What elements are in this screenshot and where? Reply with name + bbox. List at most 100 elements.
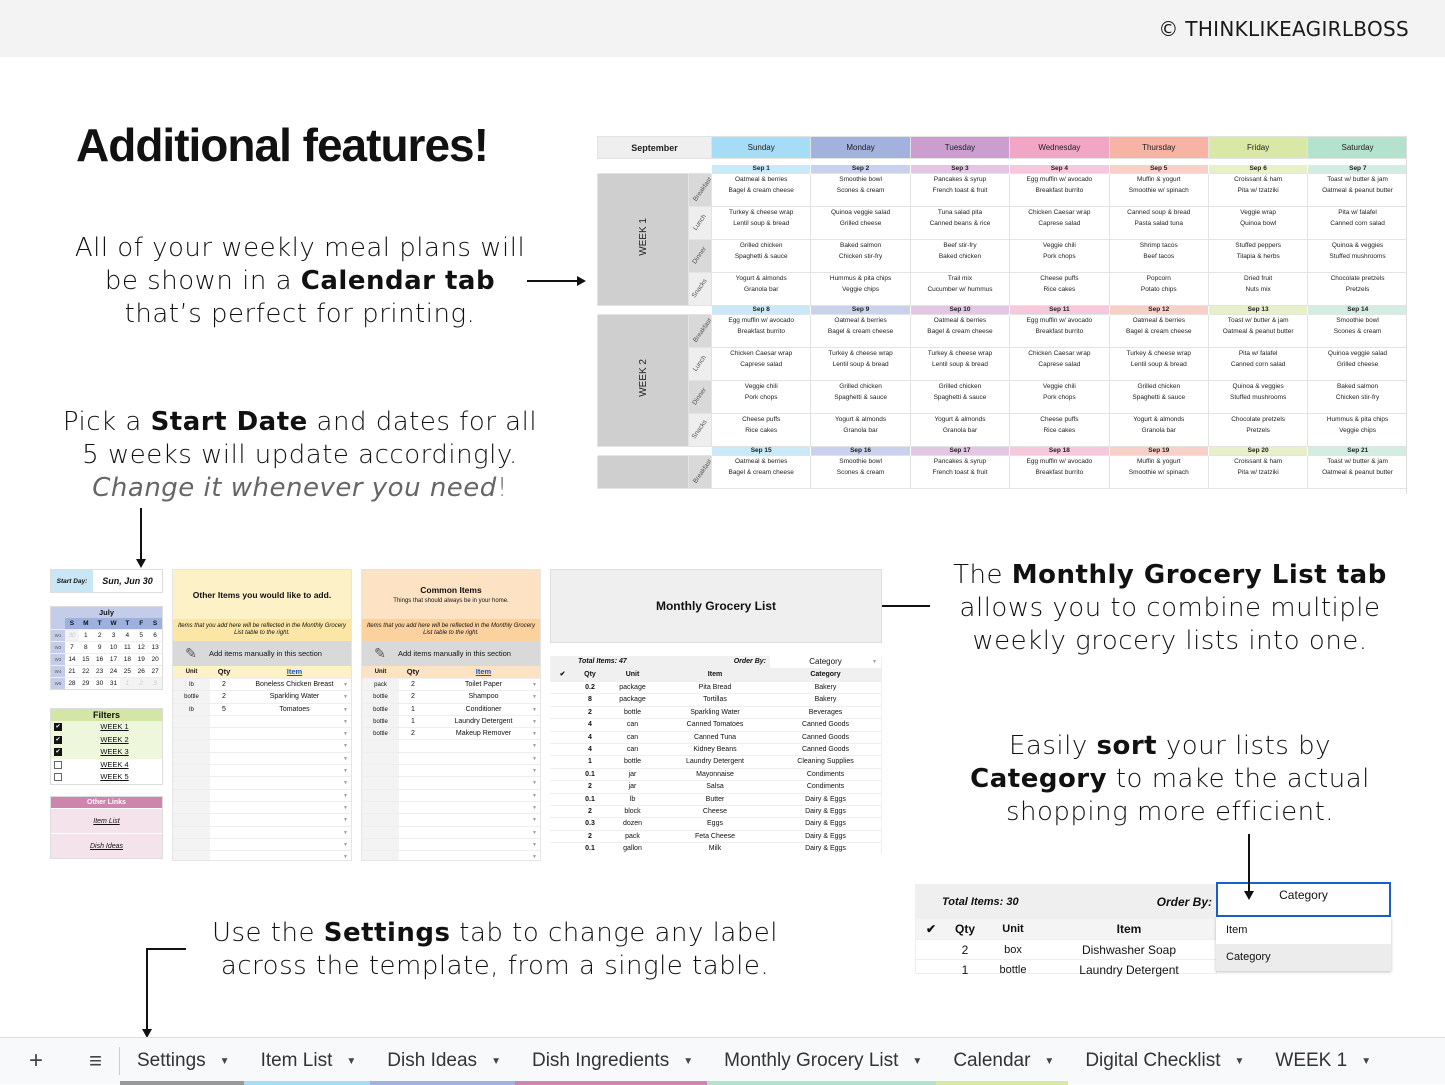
unit-cell[interactable]: pack (362, 679, 399, 691)
chevron-down-icon[interactable]: ▼ (343, 704, 348, 716)
qty-cell[interactable]: 1 (399, 715, 427, 728)
qty-cell[interactable]: 1 (399, 703, 427, 715)
chevron-down-icon[interactable]: ▼ (1044, 1056, 1054, 1067)
item-cell[interactable]: ▼ (238, 740, 351, 752)
qty-cell[interactable]: 2 (210, 679, 238, 691)
check-cell[interactable] (550, 818, 575, 829)
unit-cell[interactable] (173, 765, 210, 777)
item-cell[interactable]: ▼ (427, 826, 540, 838)
item-cell[interactable]: Toilet Paper ▼ (427, 679, 540, 691)
check-cell[interactable] (550, 794, 575, 805)
item-cell[interactable]: Conditioner ▼ (427, 703, 540, 715)
chevron-down-icon[interactable]: ▼ (532, 851, 537, 860)
chevron-down-icon[interactable]: ▼ (343, 740, 348, 752)
check-cell[interactable] (550, 732, 575, 743)
chevron-down-icon[interactable]: ▼ (532, 814, 537, 826)
menu-option-item[interactable]: Item (1216, 917, 1391, 944)
check-cell[interactable] (550, 806, 575, 817)
day-cell[interactable]: 7 (65, 642, 79, 653)
qty-cell[interactable] (210, 715, 238, 728)
sheet-tab[interactable]: WEEK 1 ▼ (1258, 1038, 1385, 1085)
chevron-down-icon[interactable]: ▼ (343, 728, 348, 740)
filter-checkbox[interactable]: ✔ (54, 723, 62, 732)
chevron-down-icon[interactable]: ▼ (346, 1056, 356, 1067)
item-cell[interactable]: Tomatoes ▼ (238, 703, 351, 716)
item-cell[interactable]: ▼ (427, 838, 540, 851)
day-cell[interactable]: 12 (134, 642, 148, 653)
chevron-down-icon[interactable]: ▼ (912, 1056, 922, 1067)
chevron-down-icon[interactable]: ▼ (532, 740, 537, 752)
item-cell[interactable]: ▼ (238, 715, 351, 728)
unit-cell[interactable]: lb (173, 679, 210, 691)
menu-option-category[interactable]: Category (1216, 944, 1391, 971)
qty-cell[interactable] (399, 826, 427, 838)
day-cell[interactable]: 8 (79, 642, 93, 653)
item-cell[interactable]: ▼ (427, 752, 540, 765)
day-cell[interactable]: 28 (65, 678, 79, 689)
day-cell[interactable]: 17 (107, 654, 121, 665)
sheet-tab[interactable]: Dish Ingredients ▼ (514, 1038, 708, 1085)
unit-cell[interactable]: bottle (362, 728, 399, 740)
item-cell[interactable]: ▼ (427, 789, 540, 801)
item-cell[interactable]: ▼ (238, 765, 351, 777)
unit-cell[interactable] (173, 851, 210, 860)
filter-link[interactable]: WEEK 2 (67, 734, 162, 747)
chevron-down-icon[interactable]: ▼ (343, 691, 348, 703)
unit-cell[interactable] (362, 814, 399, 826)
day-cell[interactable]: 6 (148, 630, 162, 641)
add-sheet-button[interactable]: + (0, 1047, 72, 1075)
other-link[interactable]: Dish Ideas (51, 833, 162, 858)
item-cell[interactable]: Boneless Chicken Breast ▼ (238, 679, 351, 691)
unit-cell[interactable]: bottle (362, 715, 399, 728)
chevron-down-icon[interactable]: ▼ (532, 802, 537, 814)
qty-cell[interactable] (210, 838, 238, 851)
item-cell[interactable]: Shampoo ▼ (427, 691, 540, 703)
unit-cell[interactable] (173, 752, 210, 765)
qty-cell[interactable]: 2 (210, 691, 238, 703)
qty-cell[interactable] (210, 728, 238, 740)
day-cell[interactable]: 25 (120, 666, 134, 677)
qty-cell[interactable] (210, 826, 238, 838)
chevron-down-icon[interactable]: ▼ (343, 839, 348, 851)
unit-cell[interactable] (362, 851, 399, 860)
day-cell[interactable]: 14 (65, 654, 79, 665)
day-cell[interactable]: 16 (93, 654, 107, 665)
item-cell[interactable]: ▼ (427, 777, 540, 789)
chevron-down-icon[interactable]: ▼ (343, 679, 348, 691)
unit-cell[interactable] (362, 838, 399, 851)
qty-cell[interactable] (399, 789, 427, 801)
qty-cell[interactable] (399, 752, 427, 765)
filter-checkbox[interactable]: ✔ (54, 748, 62, 757)
check-cell[interactable] (550, 781, 575, 792)
unit-cell[interactable] (173, 826, 210, 838)
qty-cell[interactable] (210, 851, 238, 860)
qty-cell[interactable]: 2 (399, 691, 427, 703)
qty-cell[interactable] (399, 777, 427, 789)
check-cell[interactable] (916, 940, 946, 959)
check-cell[interactable] (550, 744, 575, 755)
item-cell[interactable]: ▼ (427, 851, 540, 860)
filter-checkbox[interactable] (54, 773, 62, 782)
check-cell[interactable] (550, 756, 575, 767)
check-cell[interactable] (550, 843, 575, 854)
unit-cell[interactable] (362, 752, 399, 765)
day-cell[interactable]: 2 (93, 630, 107, 641)
day-cell[interactable]: 21 (65, 666, 79, 677)
chevron-down-icon[interactable]: ▼ (343, 802, 348, 814)
order-by-dropdown[interactable]: Category (1216, 882, 1391, 917)
qty-cell[interactable] (399, 765, 427, 777)
day-cell[interactable]: 10 (107, 642, 121, 653)
filter-link[interactable]: WEEK 1 (67, 721, 162, 734)
chevron-down-icon[interactable]: ▼ (532, 777, 537, 789)
unit-cell[interactable]: lb (173, 703, 210, 715)
unit-cell[interactable] (362, 789, 399, 801)
qty-cell[interactable] (210, 814, 238, 826)
qty-cell[interactable] (399, 740, 427, 752)
item-cell[interactable]: ▼ (238, 728, 351, 740)
filter-checkbox[interactable]: ✔ (54, 735, 62, 744)
start-day-field[interactable]: Start Day: Sun, Jun 30 (50, 569, 163, 593)
qty-cell[interactable] (399, 801, 427, 814)
day-cell[interactable]: 1 (79, 630, 93, 641)
chevron-down-icon[interactable]: ▼ (343, 777, 348, 789)
chevron-down-icon[interactable]: ▼ (532, 679, 537, 691)
